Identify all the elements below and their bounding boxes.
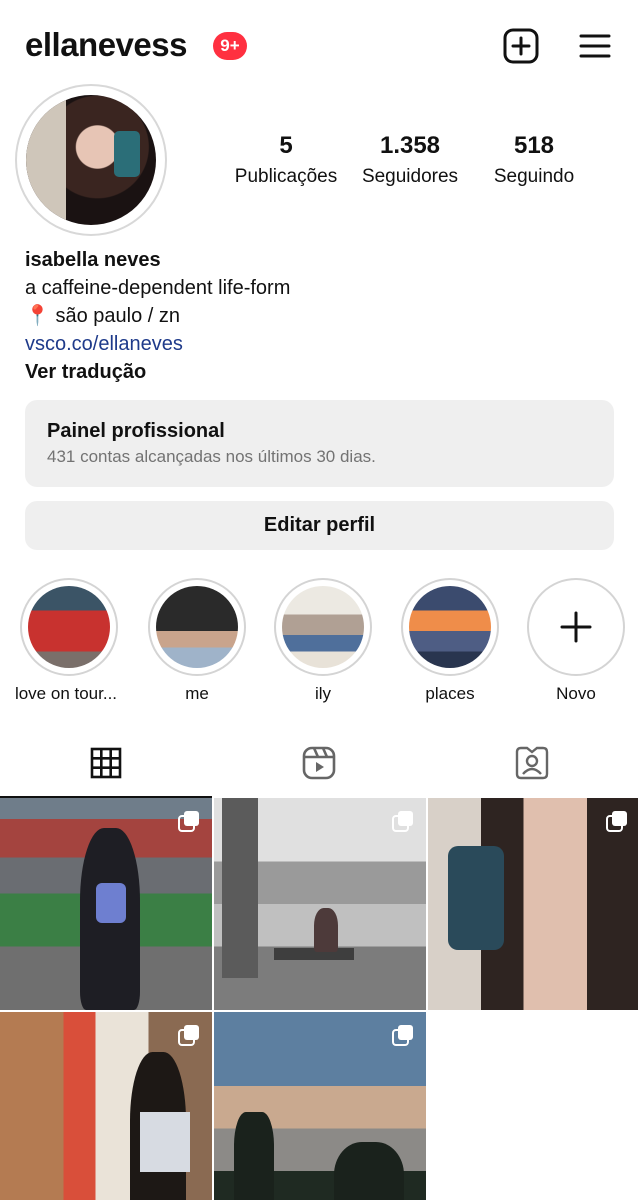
location-pin-icon: 📍 — [25, 305, 50, 327]
see-translation-button[interactable]: Ver tradução — [25, 358, 615, 386]
highlight-cover — [156, 586, 238, 668]
highlight-new[interactable]: Novo — [521, 578, 631, 704]
bio-location: 📍 são paulo / zn — [25, 302, 615, 330]
multiple-photos-icon — [392, 811, 413, 832]
highlight-label: me — [185, 684, 209, 703]
multiple-photos-icon — [178, 1025, 199, 1046]
phone-in-photo — [114, 131, 140, 177]
multiple-photos-icon — [392, 1025, 413, 1046]
stat-followers-value: 1.358 — [379, 132, 441, 159]
stat-posts-label: Publicações — [234, 166, 338, 187]
grid-icon — [90, 747, 122, 779]
location-text: são paulo / zn — [55, 305, 180, 327]
highlight-me[interactable]: me — [142, 578, 252, 704]
stat-posts-value: 5 — [279, 132, 293, 159]
tab-posts-grid[interactable] — [0, 728, 212, 798]
profile-avatar-ring[interactable] — [15, 84, 167, 236]
profile-display-name: isabella neves — [25, 249, 161, 271]
profile-tabs — [0, 728, 638, 798]
professional-dashboard[interactable]: Painel profissional 431 contas alcançada… — [25, 400, 614, 487]
highlight-ily[interactable]: ily — [268, 578, 378, 704]
post-thumbnail[interactable] — [428, 798, 638, 1010]
highlight-cover — [28, 586, 110, 668]
highlight-places[interactable]: places — [395, 578, 505, 704]
highlight-cover — [409, 586, 491, 668]
highlight-label: Novo — [556, 684, 596, 703]
post-thumbnail[interactable] — [214, 1012, 426, 1200]
highlight-label: places — [425, 684, 475, 703]
stat-following[interactable]: 518 Seguindo — [478, 132, 590, 188]
professional-dashboard-subtitle: 431 contas alcançadas nos últimos 30 dia… — [47, 447, 376, 466]
notification-badge[interactable]: 9+ — [213, 32, 247, 60]
stat-following-label: Seguindo — [493, 166, 575, 187]
stat-followers-label: Seguidores — [361, 166, 459, 187]
reels-icon — [302, 746, 336, 780]
highlight-love-on-tour[interactable]: love on tour... — [14, 578, 124, 704]
profile-bio: isabella neves a caffeine-dependent life… — [25, 246, 615, 386]
plus-icon — [560, 611, 592, 643]
bio-link[interactable]: vsco.co/ellaneves — [25, 330, 615, 358]
top-bar: ellanevess 9+ — [0, 0, 638, 92]
edit-profile-button[interactable]: Editar perfil — [25, 501, 614, 550]
post-thumbnail[interactable] — [0, 1012, 212, 1200]
profile-username[interactable]: ellanevess — [25, 26, 187, 64]
stat-followers[interactable]: 1.358 Seguidores — [352, 132, 468, 188]
highlight-cover — [282, 586, 364, 668]
highlight-label: ily — [314, 684, 332, 703]
add-post-icon[interactable] — [503, 28, 539, 64]
stat-posts[interactable]: 5 Publicações — [230, 132, 342, 188]
multiple-photos-icon — [606, 811, 627, 832]
tab-reels[interactable] — [213, 728, 425, 798]
post-thumbnail[interactable] — [0, 798, 212, 1010]
hamburger-menu-icon[interactable] — [577, 28, 613, 64]
tab-tagged[interactable] — [426, 728, 638, 798]
tagged-icon — [515, 746, 549, 780]
bio-line: a caffeine-dependent life-form — [25, 277, 291, 299]
avatar — [26, 95, 156, 225]
professional-dashboard-title: Painel profissional — [47, 420, 225, 442]
post-thumbnail[interactable] — [214, 798, 426, 1010]
highlight-label: love on tour... — [14, 684, 118, 703]
stat-following-value: 518 — [513, 132, 555, 159]
multiple-photos-icon — [178, 811, 199, 832]
